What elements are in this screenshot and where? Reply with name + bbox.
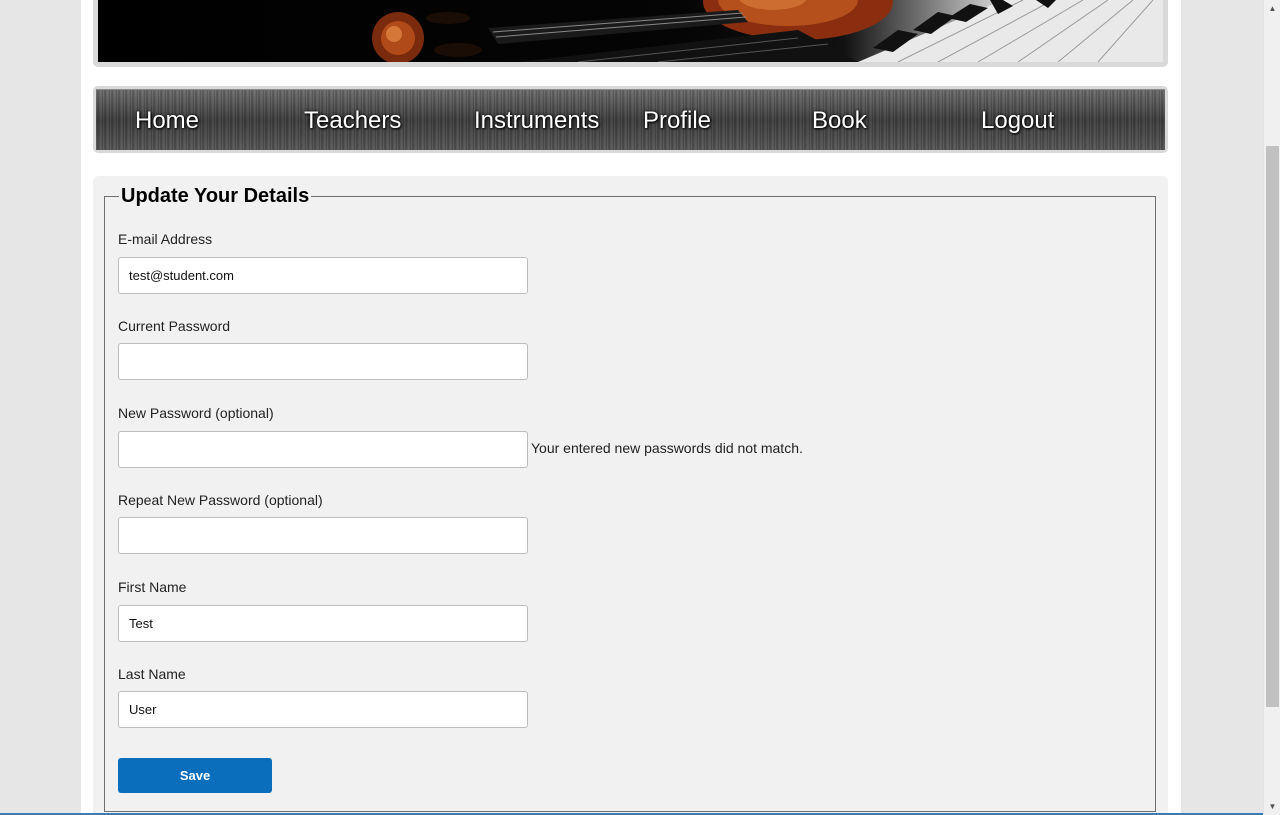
current-password-label: Current Password <box>118 318 231 334</box>
vertical-scrollbar[interactable]: ▲ ▼ <box>1263 0 1280 815</box>
header-banner-image <box>98 0 1163 62</box>
first-name-field[interactable] <box>118 605 528 642</box>
password-mismatch-error: Your entered new passwords did not match… <box>531 440 803 456</box>
last-name-label: Last Name <box>118 666 186 682</box>
scroll-up-arrow-icon[interactable]: ▲ <box>1264 0 1280 17</box>
nav-instruments[interactable]: Instruments <box>474 105 599 137</box>
nav-logout[interactable]: Logout <box>981 105 1054 137</box>
repeat-password-field[interactable] <box>118 517 528 554</box>
email-field[interactable] <box>118 257 528 294</box>
email-label: E-mail Address <box>118 231 213 247</box>
repeat-password-label: Repeat New Password (optional) <box>118 492 323 508</box>
form-legend: Update Your Details <box>121 185 310 207</box>
nav-profile[interactable]: Profile <box>643 105 711 137</box>
scroll-down-arrow-icon[interactable]: ▼ <box>1264 798 1280 815</box>
last-name-field[interactable] <box>118 691 528 728</box>
nav-teachers[interactable]: Teachers <box>304 105 401 137</box>
new-password-label: New Password (optional) <box>118 405 274 421</box>
main-navigation: Home Teachers Instruments Profile Book L… <box>96 89 1165 150</box>
nav-home[interactable]: Home <box>135 105 199 137</box>
new-password-field[interactable] <box>118 431 528 468</box>
first-name-label: First Name <box>118 579 187 595</box>
scrollbar-thumb[interactable] <box>1266 146 1279 707</box>
nav-book[interactable]: Book <box>812 105 867 137</box>
current-password-field[interactable] <box>118 343 528 380</box>
save-button[interactable]: Save <box>118 758 272 793</box>
violin-piano-illustration <box>372 0 1163 62</box>
